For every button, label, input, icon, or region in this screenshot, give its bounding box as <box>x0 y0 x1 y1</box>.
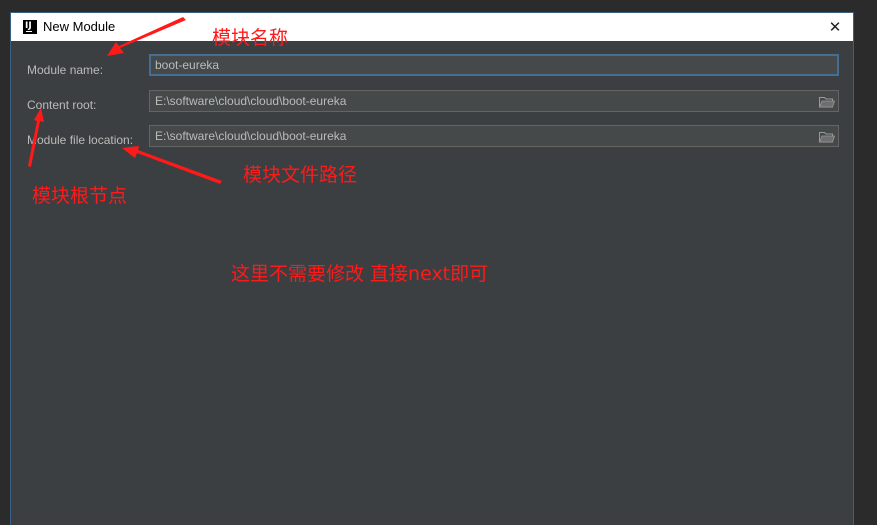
annotation-next-note: 这里不需要修改 直接next即可 <box>231 263 489 285</box>
window-title: New Module <box>43 19 116 34</box>
content-root-label: Content root: <box>27 98 97 112</box>
annotation-file-location: 模块文件路径 <box>243 164 358 186</box>
module-file-location-input[interactable] <box>149 125 839 147</box>
desktop-background-top <box>0 0 877 12</box>
annotation-content-root: 模块根节点 <box>32 185 128 207</box>
intellij-app-icon: IJ <box>23 20 37 34</box>
desktop-background-left <box>0 0 10 525</box>
module-file-location-folder-icon[interactable] <box>819 131 835 143</box>
content-root-input[interactable] <box>149 90 839 112</box>
close-button[interactable]: ✕ <box>825 17 845 37</box>
annotation-module-name: 模块名称 <box>212 27 289 49</box>
content-root-folder-icon[interactable] <box>819 96 835 108</box>
module-name-input[interactable] <box>149 54 839 76</box>
module-name-label: Module name: <box>27 63 104 77</box>
module-file-location-label: Module file location: <box>27 133 134 147</box>
title-bar: IJ New Module ✕ <box>11 13 853 41</box>
